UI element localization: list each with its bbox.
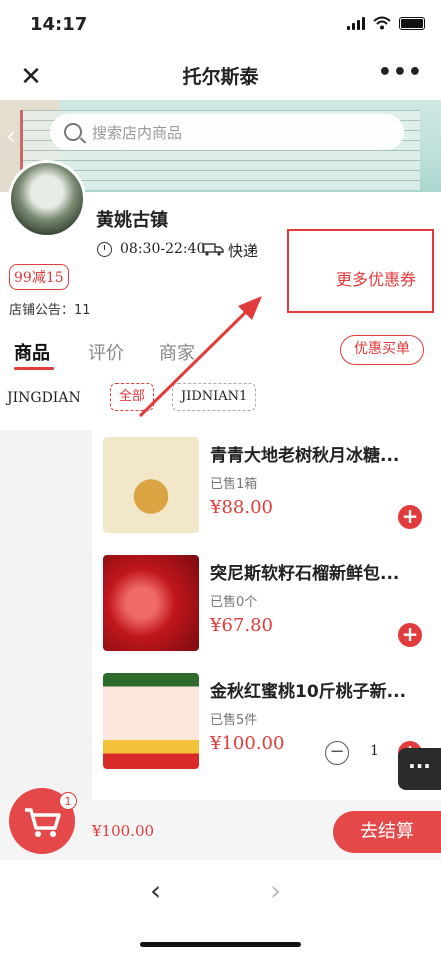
store-avatar (8, 160, 86, 238)
page-title: 托尔斯泰 (182, 66, 259, 88)
store-name: 黄姚古镇 (96, 210, 168, 231)
clock-icon (97, 242, 112, 257)
status-time: 14:17 (30, 14, 88, 35)
home-indicator (140, 942, 301, 947)
product-sold: 已售0个 (210, 595, 258, 610)
cart-count-badge: 1 (59, 792, 77, 810)
chip-jidnian1[interactable]: JIDNIAN1 (172, 383, 257, 411)
store-hours: 08:30-22:40 (120, 241, 206, 257)
truck-icon (202, 243, 224, 256)
chip-all[interactable]: 全部 (110, 383, 155, 411)
tab-merchant[interactable]: 商家 (159, 339, 195, 365)
decrease-quantity-button[interactable]: − (325, 741, 349, 765)
add-to-cart-button[interactable]: + (398, 623, 422, 647)
product-price: ¥100.00 (210, 733, 285, 754)
search-icon (64, 123, 82, 141)
search-input[interactable]: 搜索店内商品 (50, 114, 404, 150)
add-to-cart-button[interactable]: + (398, 505, 422, 529)
wifi-icon (373, 16, 391, 30)
banner-back-icon[interactable]: ‹ (6, 122, 16, 150)
product-price: ¥67.80 (210, 615, 273, 636)
product-price: ¥88.00 (210, 497, 273, 518)
chevron-right-icon[interactable]: › (270, 874, 281, 907)
product-image (103, 555, 199, 651)
status-icons (347, 16, 425, 30)
product-image (103, 673, 199, 769)
more-icon[interactable]: ••• (378, 60, 423, 85)
tab-reviews[interactable]: 评价 (88, 339, 124, 365)
cart-total: ¥100.00 (92, 822, 155, 840)
product-title: 突尼斯软籽石榴新鲜包... (210, 564, 400, 584)
product-sold: 已售1箱 (210, 477, 258, 492)
chevron-left-icon[interactable]: ‹ (150, 874, 161, 907)
signal-icon (347, 16, 365, 30)
tab-underline (14, 367, 54, 370)
battery-icon (399, 16, 425, 30)
discount-pay-button[interactable]: 优惠买单 (340, 335, 424, 365)
sidebar-category[interactable]: JINGDIAN (7, 390, 81, 406)
product-title: 金秋红蜜桃10斤桃子新... (210, 682, 407, 702)
delivery-method: 快递 (228, 242, 259, 260)
product-item[interactable]: 突尼斯软籽石榴新鲜包... 已售0个 ¥67.80 + (92, 555, 441, 673)
product-item[interactable]: 金秋红蜜桃10斤桃子新... 已售5件 ¥100.00 − 1 + (92, 673, 441, 791)
category-sidebar (0, 430, 92, 800)
tab-goods[interactable]: 商品 (14, 339, 50, 365)
product-title: 青青大地老树秋月冰糖... (210, 446, 400, 466)
product-quantity: 1 (370, 743, 379, 759)
discount-tag: 99减15 (9, 264, 69, 290)
store-notice: 店铺公告：11 (9, 303, 91, 318)
more-coupons-link[interactable]: 更多优惠券 (336, 266, 416, 290)
product-sold: 已售5件 (210, 713, 258, 728)
product-image (103, 437, 199, 533)
floating-menu-button[interactable]: ··· (398, 748, 441, 790)
product-item[interactable]: 青青大地老树秋月冰糖... 已售1箱 ¥88.00 + (92, 437, 441, 555)
search-placeholder: 搜索店内商品 (92, 123, 183, 142)
checkout-button[interactable]: 去结算 (333, 811, 441, 853)
